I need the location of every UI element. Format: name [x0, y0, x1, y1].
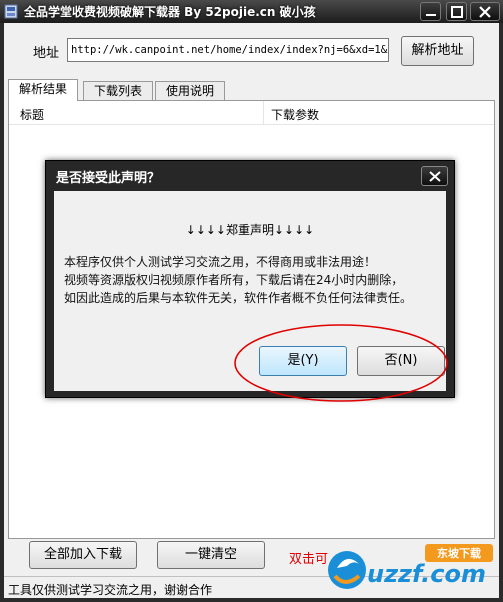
address-input[interactable]: http://wk.canpoint.net/home/index/index?… — [67, 38, 389, 62]
svg-text:东坡下载: 东坡下载 — [437, 546, 481, 560]
dialog-text-line: 如因此造成的后果与本软件无关，软件作者概不负任何法律责任。 — [64, 291, 413, 305]
column-divider[interactable] — [263, 101, 264, 125]
close-button[interactable] — [470, 2, 500, 21]
clear-all-button[interactable]: 一键清空 — [157, 541, 265, 569]
dialog-title: 是否接受此声明？ — [56, 171, 161, 186]
close-icon — [429, 171, 441, 182]
minimize-icon — [426, 14, 436, 16]
yes-button[interactable]: 是(Y) — [259, 346, 347, 376]
disclaimer-dialog: 是否接受此声明？ ↓↓↓↓郑重声明↓↓↓↓ 本程序仅供个人测试学习交流之用，不得… — [45, 160, 455, 398]
dialog-heading: ↓↓↓↓郑重声明↓↓↓↓ — [185, 223, 315, 237]
dialog-close-button[interactable] — [421, 166, 448, 186]
no-button[interactable]: 否(N) — [357, 346, 445, 376]
app-icon — [4, 4, 18, 19]
close-icon — [479, 6, 491, 18]
tab-download-list[interactable]: 下载列表 — [83, 81, 154, 100]
dialog-body: ↓↓↓↓郑重声明↓↓↓↓ 本程序仅供个人测试学习交流之用，不得商用或非法用途！ … — [54, 191, 446, 391]
window-title: 全品学堂收费视频破解下载器 By 52pojie.cn 破小孩 — [24, 5, 316, 19]
maximize-icon — [451, 6, 463, 18]
title-bar[interactable]: 全品学堂收费视频破解下载器 By 52pojie.cn 破小孩 — [0, 0, 503, 23]
list-header: 标题 下载参数 — [9, 101, 494, 125]
add-all-download-button[interactable]: 全部加入下载 — [29, 541, 137, 569]
dialog-text-line: 视频等资源版权归视频原作者所有，下载后请在24小时内删除， — [64, 273, 404, 287]
parse-address-button[interactable]: 解析地址 — [401, 36, 474, 66]
tab-instructions[interactable]: 使用说明 — [155, 81, 226, 100]
svg-text:uzzf.com: uzzf.com — [367, 560, 486, 588]
hint-text: 双击可 — [289, 552, 329, 567]
maximize-button[interactable] — [446, 2, 467, 21]
dialog-text-line: 本程序仅供个人测试学习交流之用，不得商用或非法用途！ — [64, 255, 377, 269]
column-header-params[interactable]: 下载参数 — [271, 106, 319, 123]
minimize-button[interactable] — [420, 2, 441, 21]
uzzf-watermark-logo: 东坡下载 uzzf.com — [328, 544, 493, 589]
tab-parse-results[interactable]: 解析结果 — [8, 79, 79, 101]
address-label: 地址 — [33, 46, 60, 61]
column-header-title[interactable]: 标题 — [20, 106, 44, 123]
